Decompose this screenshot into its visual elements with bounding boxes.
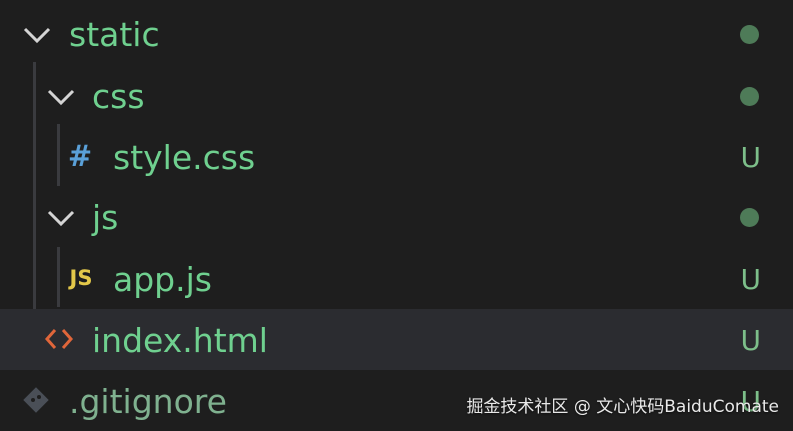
tree-item-static[interactable]: static [0,4,793,65]
untracked-status: U [740,263,762,296]
folder-label: js [92,198,119,237]
watermark: 掘金技术社区 @ 文心快码BaiduComate [466,397,779,417]
untracked-status: U [740,141,762,174]
file-explorer: static css # style.css U js JS app.js U [0,0,793,429]
tree-item-index-html[interactable]: index.html U [0,309,793,370]
folder-label: css [92,77,145,116]
html-file-icon [42,323,76,355]
file-label: .gitignore [69,382,227,421]
chevron-down-icon[interactable] [44,80,78,114]
tree-item-js[interactable]: js [0,187,793,248]
untracked-status: U [740,324,762,357]
git-file-icon [20,384,52,416]
file-label: index.html [92,321,268,360]
folder-label: static [69,15,160,54]
file-label: style.css [113,138,256,177]
modified-dot-icon [740,208,759,227]
css-file-icon: # [67,139,93,173]
modified-dot-icon [740,25,759,44]
tree-item-style-css[interactable]: # style.css U [0,126,793,187]
tree-item-css[interactable]: css [0,66,793,127]
chevron-down-icon[interactable] [20,18,54,52]
file-label: app.js [113,260,212,299]
js-file-icon: JS [69,266,93,290]
tree-item-app-js[interactable]: JS app.js U [0,248,793,309]
modified-dot-icon [740,87,759,106]
chevron-down-icon[interactable] [44,201,78,235]
